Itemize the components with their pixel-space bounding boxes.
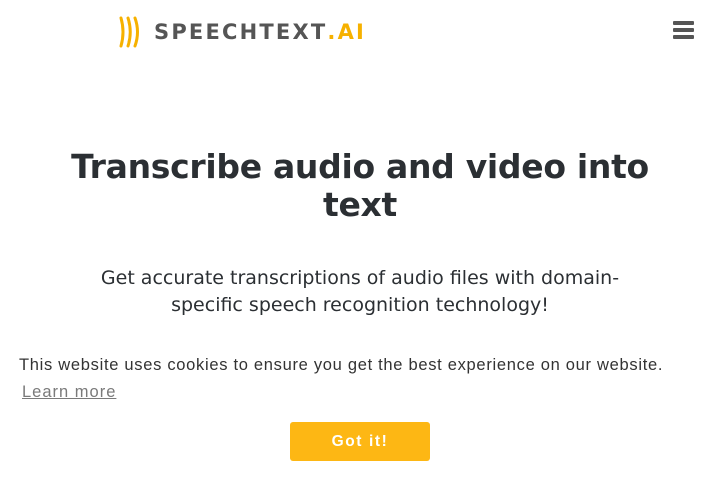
- brand-logo-link[interactable]: SPEECHTEXT.AI: [118, 14, 366, 50]
- cookie-message: This website uses cookies to ensure you …: [19, 356, 664, 374]
- brand-name-accent: .AI: [327, 20, 367, 44]
- brand-name: SPEECHTEXT.AI: [154, 20, 366, 44]
- learn-more-link[interactable]: Learn more: [22, 379, 116, 406]
- hamburger-menu-icon: [672, 20, 696, 39]
- sound-waves-icon: [119, 16, 139, 48]
- site-header: SPEECHTEXT.AI: [0, 0, 720, 64]
- cookie-accept-button[interactable]: Got it!: [290, 422, 430, 461]
- cookie-consent-banner: This website uses cookies to ensure you …: [0, 340, 720, 480]
- hamburger-menu-button[interactable]: [672, 19, 696, 43]
- hero-title: Transcribe audio and video into text: [71, 147, 649, 224]
- brand-name-main: SPEECHTEXT: [154, 20, 328, 44]
- hero-subtitle: Get accurate transcriptions of audio fil…: [100, 267, 620, 316]
